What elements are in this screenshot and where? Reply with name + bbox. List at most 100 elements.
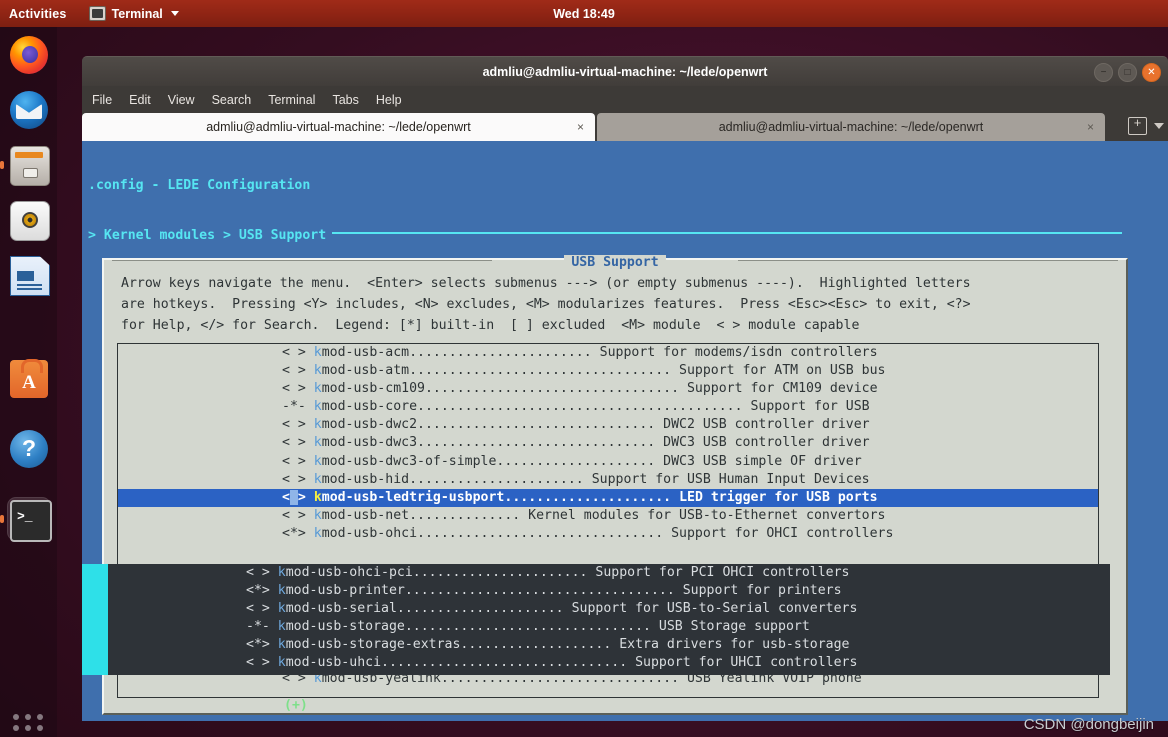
menu-item-name: mod-usb-atm xyxy=(321,363,410,379)
menu-item-flag: < > xyxy=(282,363,306,379)
tab-0[interactable]: admliu@admliu-virtual-machine: ~/lede/op… xyxy=(82,113,595,141)
close-icon: ✕ xyxy=(1147,66,1156,78)
menu-search[interactable]: Search xyxy=(212,93,252,107)
menu-item-row[interactable]: < > kmod-usb-yealink....................… xyxy=(118,670,1098,688)
menu-item-name: mod-usb-core xyxy=(321,399,418,415)
help-line-2: are hotkeys. Pressing <Y> includes, <N> … xyxy=(121,297,971,312)
terminal-content[interactable]: .config - LEDE Configuration > Kernel mo… xyxy=(82,141,1168,721)
terminal-icon xyxy=(88,6,106,21)
menu-item-description: USB Wireless Device Management xyxy=(639,652,878,668)
menu-file[interactable]: File xyxy=(92,93,112,107)
menu-item-row-obscured[interactable] xyxy=(118,579,1098,597)
menu-item-row[interactable]: < > kmod-usb-dwc3-of-simple.............… xyxy=(118,453,1098,471)
menu-item-hotkey: k xyxy=(313,417,322,433)
menu-item-name: mod-usb-hid xyxy=(321,471,410,487)
terminal-app-icon xyxy=(10,500,52,542)
menu-edit[interactable]: Edit xyxy=(129,93,151,107)
close-button[interactable]: ✕ xyxy=(1142,63,1161,82)
menu-item-hotkey: k xyxy=(313,489,322,505)
menu-item-row[interactable]: < > kmod-usb-ledtrig-usbport............… xyxy=(118,488,1098,507)
menu-item-dots: ...................... xyxy=(409,471,592,487)
menu-item-row[interactable]: < > kmod-usb-wdm........................… xyxy=(118,652,1098,670)
menu-item-row[interactable]: < > kmod-usb-cm109......................… xyxy=(118,380,1098,398)
menu-item-row[interactable]: < > kmod-usb-acm....................... … xyxy=(118,344,1098,362)
menu-terminal[interactable]: Terminal xyxy=(268,93,315,107)
dock-item-help[interactable] xyxy=(7,427,51,471)
menu-tabs[interactable]: Tabs xyxy=(332,93,358,107)
menu-item-hotkey: k xyxy=(313,399,322,415)
menu-item-flag: < > xyxy=(282,471,306,487)
menu-item-flag: < > xyxy=(282,489,306,505)
menu-item-hotkey: k xyxy=(313,363,322,379)
libreoffice-writer-icon xyxy=(10,256,50,296)
tab-0-close-icon[interactable]: × xyxy=(577,120,584,134)
menuconfig-dialog: USB Support Arrow keys navigate the menu… xyxy=(102,255,1128,715)
menu-item-row-obscured[interactable] xyxy=(118,561,1098,579)
menu-item-description: Support for CM109 device xyxy=(686,381,878,397)
menuconfig-title: .config - LEDE Configuration xyxy=(88,178,311,193)
menu-help[interactable]: Help xyxy=(376,93,402,107)
menu-item-row[interactable]: < > kmod-usb-dwc3.......................… xyxy=(118,434,1098,452)
activities-button[interactable]: Activities xyxy=(9,7,67,21)
menu-item-dots: ............................... xyxy=(417,525,672,541)
menu-item-description: USB Yealink VOIP phone xyxy=(686,670,862,686)
rhythmbox-icon xyxy=(10,201,50,241)
new-tab-icon[interactable] xyxy=(1128,115,1147,135)
dock-item-files[interactable] xyxy=(0,143,51,187)
menu-item-row[interactable]: < > kmod-usb-dwc2.......................… xyxy=(118,416,1098,434)
menu-view[interactable]: View xyxy=(168,93,195,107)
menu-item-dots: ....................... xyxy=(409,345,600,360)
menu-item-description: LED trigger for USB ports xyxy=(679,489,878,505)
dock-item-software[interactable] xyxy=(7,357,51,401)
menuconfig-help-text: Arrow keys navigate the menu. <Enter> se… xyxy=(121,273,1114,336)
window-controls: − □ ✕ xyxy=(1094,63,1161,82)
menu-item-flag: < > xyxy=(282,507,306,523)
terminal-window: admliu@admliu-virtual-machine: ~/lede/op… xyxy=(82,56,1168,721)
dock-item-terminal[interactable] xyxy=(0,497,52,542)
menu-item-row[interactable]: -*- kmod-usb-core.......................… xyxy=(118,398,1098,416)
menu-item-row-obscured[interactable] xyxy=(118,597,1098,615)
menu-item-hotkey: k xyxy=(313,471,322,487)
dock-item-writer[interactable] xyxy=(7,253,51,297)
app-menu-terminal[interactable]: Terminal xyxy=(88,6,179,21)
menu-item-name: mod-usb-ledtrig-usbport xyxy=(321,489,505,505)
minimize-button[interactable]: − xyxy=(1094,63,1113,82)
menu-item-name: mod-usb-dwc3 xyxy=(321,435,418,451)
tab-list-chevron-down-icon[interactable] xyxy=(1154,123,1164,129)
tab-1-close-icon[interactable]: × xyxy=(1087,120,1094,134)
menu-item-name: mod-usb-ohci xyxy=(321,525,418,541)
menu-item-row[interactable]: < > kmod-usb-net.............. Kernel mo… xyxy=(118,507,1098,525)
menu-item-hotkey: k xyxy=(313,507,322,523)
launcher-dock xyxy=(0,27,57,737)
menu-item-flag: < > xyxy=(282,670,306,686)
menu-item-flag: -*- xyxy=(282,399,306,415)
menu-item-row-obscured[interactable] xyxy=(118,634,1098,652)
dock-item-firefox[interactable] xyxy=(7,33,51,77)
firefox-icon xyxy=(10,36,48,74)
minimize-icon: − xyxy=(1100,66,1107,78)
window-titlebar[interactable]: admliu@admliu-virtual-machine: ~/lede/op… xyxy=(82,56,1168,86)
dock-item-rhythmbox[interactable] xyxy=(7,198,51,242)
window-title: admliu@admliu-virtual-machine: ~/lede/op… xyxy=(482,64,768,79)
dialog-title: USB Support xyxy=(564,255,666,270)
menu-item-row[interactable]: <*> kmod-usb-ohci.......................… xyxy=(118,525,1098,543)
menu-item-description: Support for OHCI controllers xyxy=(671,525,894,541)
menu-item-description: Support for USB Human Input Devices xyxy=(591,471,870,487)
menu-item-row[interactable]: < > kmod-usb-atm........................… xyxy=(118,362,1098,380)
maximize-icon: □ xyxy=(1124,66,1131,78)
tab-0-label: admliu@admliu-virtual-machine: ~/lede/op… xyxy=(206,120,471,134)
tab-1[interactable]: admliu@admliu-virtual-machine: ~/lede/op… xyxy=(597,113,1105,141)
menu-item-description: DWC2 USB controller driver xyxy=(663,417,870,433)
dock-item-thunderbird[interactable] xyxy=(7,88,51,132)
thunderbird-icon xyxy=(10,91,48,129)
help-line-3: for Help, </> for Search. Legend: [*] bu… xyxy=(121,318,860,333)
menuconfig-breadcrumb: > Kernel modules > USB Support xyxy=(88,227,327,243)
maximize-button[interactable]: □ xyxy=(1118,63,1137,82)
menu-item-row-obscured[interactable] xyxy=(118,543,1098,561)
menu-item-flag: <*> xyxy=(282,525,306,541)
menu-item-list[interactable]: < > kmod-usb-acm....................... … xyxy=(117,343,1099,698)
menu-item-row-obscured[interactable] xyxy=(118,615,1098,633)
menu-item-row[interactable]: < > kmod-usb-hid...................... S… xyxy=(118,471,1098,489)
menu-item-name: mod-usb-yealink xyxy=(321,670,441,686)
menu-item-description: Support for modems/isdn controllers xyxy=(599,345,878,360)
